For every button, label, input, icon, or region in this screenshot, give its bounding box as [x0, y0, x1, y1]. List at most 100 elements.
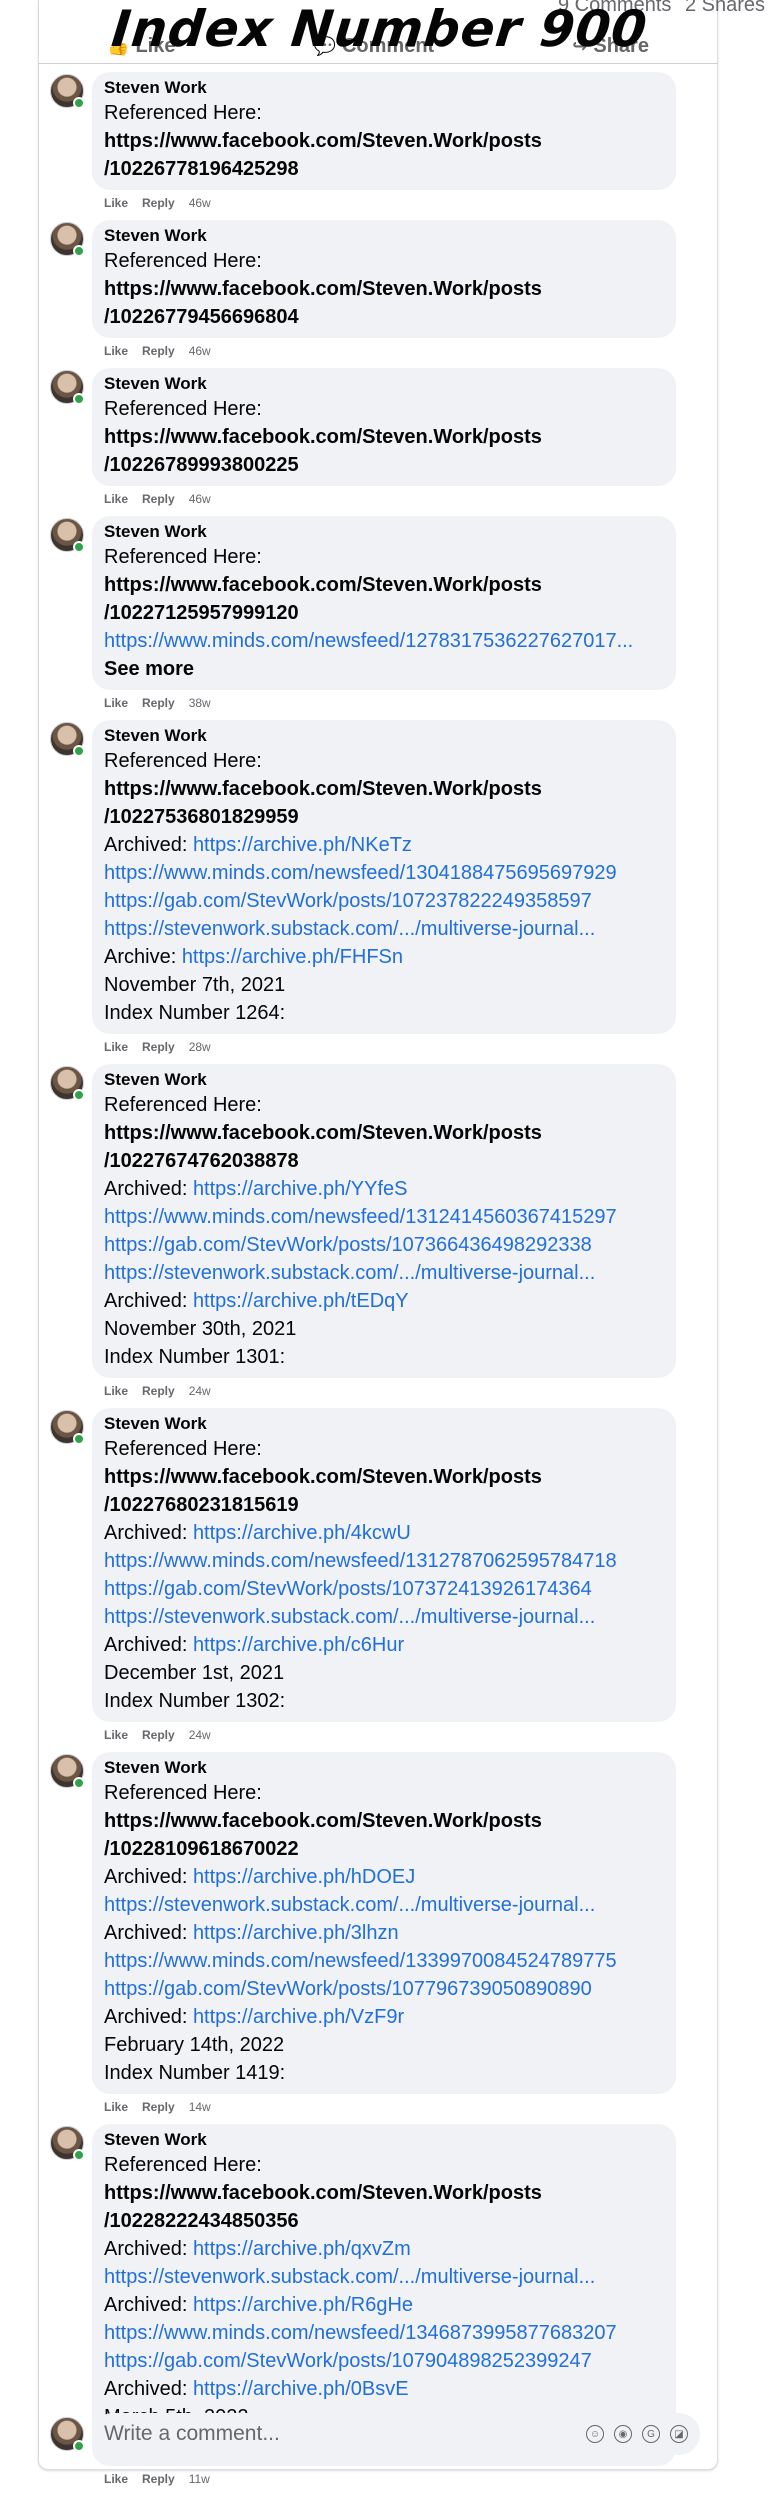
- comment-like-button[interactable]: Like: [104, 196, 128, 210]
- external-link[interactable]: https://gab.com/StevWork/posts/107237822…: [104, 887, 664, 915]
- comment-author[interactable]: Steven Work: [104, 1069, 664, 1091]
- facebook-post-link[interactable]: /10227674762038878: [104, 1147, 664, 1175]
- gif-icon[interactable]: G: [642, 2425, 660, 2443]
- avatar[interactable]: [50, 370, 85, 405]
- comment-author[interactable]: Steven Work: [104, 521, 664, 543]
- archive-link[interactable]: https://archive.ph/4kcwU: [193, 1522, 411, 1544]
- facebook-post-link[interactable]: /10227680231815619: [104, 1491, 664, 1519]
- comment-like-button[interactable]: Like: [104, 2100, 128, 2114]
- comment-like-button[interactable]: Like: [104, 1728, 128, 1742]
- comment-timestamp[interactable]: 46w: [189, 344, 211, 358]
- facebook-post-link[interactable]: /10227125957999120: [104, 599, 664, 627]
- comment-timestamp[interactable]: 28w: [189, 1040, 211, 1054]
- facebook-post-link[interactable]: https://www.facebook.com/Steven.Work/pos…: [104, 275, 664, 303]
- avatar[interactable]: [50, 222, 85, 257]
- comment-reply-button[interactable]: Reply: [142, 696, 175, 710]
- archive-link[interactable]: https://archive.ph/YYfeS: [193, 1178, 408, 1200]
- facebook-post-link[interactable]: /10226778196425298: [104, 155, 664, 183]
- external-link[interactable]: https://gab.com/StevWork/posts/107366436…: [104, 1231, 664, 1259]
- archive-link[interactable]: https://archive.ph/qxvZm: [193, 2238, 411, 2260]
- emoji-icon[interactable]: ☺: [586, 2425, 604, 2443]
- comment-reply-button[interactable]: Reply: [142, 196, 175, 210]
- external-link[interactable]: https://www.minds.com/newsfeed/127831753…: [104, 627, 664, 655]
- camera-icon[interactable]: ◉: [614, 2425, 632, 2443]
- archive-link[interactable]: https://archive.ph/tEDqY: [193, 1290, 409, 1312]
- comment-reply-button[interactable]: Reply: [142, 492, 175, 506]
- external-link[interactable]: https://stevenwork.substack.com/.../mult…: [104, 1259, 664, 1287]
- avatar[interactable]: [50, 1410, 85, 1445]
- comment-reply-button[interactable]: Reply: [142, 1040, 175, 1054]
- comment-like-button[interactable]: Like: [104, 344, 128, 358]
- comment-like-button[interactable]: Like: [104, 492, 128, 506]
- comment-like-button[interactable]: Like: [104, 1040, 128, 1054]
- external-link[interactable]: https://www.minds.com/newsfeed/133997008…: [104, 1947, 664, 1975]
- comment-author[interactable]: Steven Work: [104, 1413, 664, 1435]
- external-link[interactable]: https://www.minds.com/newsfeed/130418847…: [104, 859, 664, 887]
- shares-count[interactable]: 2 Shares: [685, 0, 765, 16]
- facebook-post-link[interactable]: /10226789993800225: [104, 451, 664, 479]
- comment-author[interactable]: Steven Work: [104, 77, 664, 99]
- archive-link[interactable]: https://archive.ph/hDOEJ: [193, 1866, 415, 1888]
- external-link[interactable]: https://gab.com/StevWork/posts/107372413…: [104, 1575, 664, 1603]
- facebook-post-link[interactable]: https://www.facebook.com/Steven.Work/pos…: [104, 2179, 664, 2207]
- archive-link[interactable]: https://archive.ph/c6Hur: [193, 1634, 404, 1656]
- facebook-post-link[interactable]: /10227536801829959: [104, 803, 664, 831]
- external-link[interactable]: https://www.minds.com/newsfeed/131241456…: [104, 1203, 664, 1231]
- comment-reply-button[interactable]: Reply: [142, 1384, 175, 1398]
- facebook-post-link[interactable]: /10228222434850356: [104, 2207, 664, 2235]
- comment-timestamp[interactable]: 46w: [189, 196, 211, 210]
- avatar[interactable]: [50, 722, 85, 757]
- archive-link[interactable]: https://archive.ph/3lhzn: [193, 1922, 399, 1944]
- comment-author[interactable]: Steven Work: [104, 373, 664, 395]
- archive-link[interactable]: https://archive.ph/R6gHe: [193, 2294, 413, 2316]
- comment-timestamp[interactable]: 24w: [189, 1384, 211, 1398]
- comment-reply-button[interactable]: Reply: [142, 2472, 175, 2486]
- facebook-post-link[interactable]: https://www.facebook.com/Steven.Work/pos…: [104, 1807, 664, 1835]
- comment-like-button[interactable]: Like: [104, 2472, 128, 2486]
- facebook-post-link[interactable]: https://www.facebook.com/Steven.Work/pos…: [104, 1119, 664, 1147]
- comment-reply-button[interactable]: Reply: [142, 2100, 175, 2114]
- avatar[interactable]: [50, 2126, 85, 2161]
- avatar[interactable]: [50, 518, 85, 553]
- comment-like-button[interactable]: Like: [104, 696, 128, 710]
- external-link[interactable]: https://gab.com/StevWork/posts/107904898…: [104, 2347, 664, 2375]
- avatar[interactable]: [50, 1066, 85, 1101]
- facebook-post-link[interactable]: https://www.facebook.com/Steven.Work/pos…: [104, 571, 664, 599]
- comment-author[interactable]: Steven Work: [104, 725, 664, 747]
- avatar[interactable]: [50, 1754, 85, 1789]
- comment-timestamp[interactable]: 46w: [189, 492, 211, 506]
- comment-timestamp[interactable]: 14w: [189, 2100, 211, 2114]
- external-link[interactable]: https://www.minds.com/newsfeed/134687399…: [104, 2319, 664, 2347]
- facebook-post-link[interactable]: https://www.facebook.com/Steven.Work/pos…: [104, 1463, 664, 1491]
- comment-reply-button[interactable]: Reply: [142, 1728, 175, 1742]
- comment-input[interactable]: Write a comment... ☺ ◉ G ◪: [92, 2413, 700, 2455]
- archive-link[interactable]: https://archive.ph/NKeTz: [193, 834, 412, 856]
- external-link[interactable]: https://stevenwork.substack.com/.../mult…: [104, 1891, 664, 1919]
- avatar[interactable]: [50, 74, 85, 109]
- facebook-post-link[interactable]: /10228109618670022: [104, 1835, 664, 1863]
- comment-reply-button[interactable]: Reply: [142, 344, 175, 358]
- comment-author[interactable]: Steven Work: [104, 225, 664, 247]
- facebook-post-link[interactable]: https://www.facebook.com/Steven.Work/pos…: [104, 775, 664, 803]
- avatar[interactable]: [50, 2417, 85, 2452]
- comment-timestamp[interactable]: 11w: [189, 2472, 210, 2486]
- external-link[interactable]: https://stevenwork.substack.com/.../mult…: [104, 915, 664, 943]
- external-link[interactable]: https://www.minds.com/newsfeed/131278706…: [104, 1547, 664, 1575]
- facebook-post-link[interactable]: /10226779456696804: [104, 303, 664, 331]
- comment-timestamp[interactable]: 24w: [189, 1728, 211, 1742]
- archive-link[interactable]: https://archive.ph/VzF9r: [193, 2006, 404, 2028]
- facebook-post-link[interactable]: https://www.facebook.com/Steven.Work/pos…: [104, 127, 664, 155]
- comment-author[interactable]: Steven Work: [104, 1757, 664, 1779]
- archive-link[interactable]: https://archive.ph/0BsvE: [193, 2378, 409, 2400]
- external-link[interactable]: https://stevenwork.substack.com/.../mult…: [104, 1603, 664, 1631]
- comment-meta: Like Reply 46w: [104, 340, 680, 362]
- comment-author[interactable]: Steven Work: [104, 2129, 664, 2151]
- external-link[interactable]: https://stevenwork.substack.com/.../mult…: [104, 2263, 664, 2291]
- archive-link[interactable]: https://archive.ph/FHFSn: [182, 946, 403, 968]
- see-more-button[interactable]: See more: [104, 655, 664, 683]
- facebook-post-link[interactable]: https://www.facebook.com/Steven.Work/pos…: [104, 423, 664, 451]
- comment-timestamp[interactable]: 38w: [189, 696, 211, 710]
- sticker-icon[interactable]: ◪: [670, 2425, 688, 2443]
- comment-like-button[interactable]: Like: [104, 1384, 128, 1398]
- external-link[interactable]: https://gab.com/StevWork/posts/107796739…: [104, 1975, 664, 2003]
